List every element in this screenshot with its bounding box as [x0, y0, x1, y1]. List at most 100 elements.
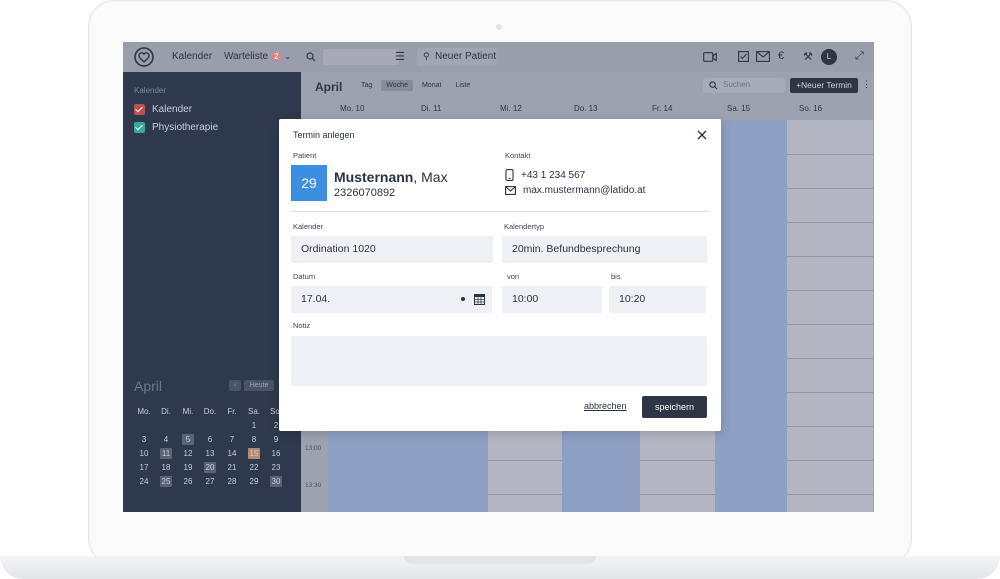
calendar-select[interactable]: Ordination 1020 [291, 236, 493, 263]
mini-day[interactable]: 27 [199, 476, 221, 487]
mini-day[interactable]: 15 [248, 448, 260, 459]
time-slot[interactable] [787, 494, 873, 495]
time-slot[interactable] [787, 256, 873, 257]
to-time-input[interactable]: 10:20 [609, 286, 706, 313]
mini-day[interactable]: 28 [221, 476, 243, 487]
mini-day[interactable]: 4 [155, 434, 177, 445]
time-slot[interactable] [488, 460, 562, 461]
search-icon[interactable] [306, 52, 316, 62]
mini-day[interactable]: 30 [270, 476, 282, 487]
time-slot[interactable] [787, 426, 873, 427]
new-appointment-button[interactable]: +Neuer Termin [790, 78, 858, 93]
sidebar-calendar-kalender[interactable]: Kalender [134, 104, 192, 115]
search-icon [709, 81, 718, 90]
list-icon[interactable]: ☰ [395, 50, 405, 63]
mini-day[interactable]: 25 [160, 476, 172, 487]
day-header[interactable]: Sa. 15 [727, 104, 750, 113]
mini-day[interactable]: 14 [221, 448, 243, 459]
mini-day[interactable]: 12 [177, 448, 199, 459]
wrench-icon[interactable]: ⚒ [803, 50, 813, 63]
mini-day[interactable]: 21 [221, 462, 243, 473]
day-column[interactable] [715, 120, 787, 512]
mini-day[interactable]: 10 [133, 448, 155, 459]
mini-today-button[interactable]: Heute [244, 380, 274, 391]
view-tab[interactable]: Tag [356, 80, 377, 91]
mini-day[interactable]: 24 [133, 476, 155, 487]
avatar[interactable]: L [821, 49, 837, 65]
save-button[interactable]: speichern [642, 396, 707, 418]
view-tab[interactable]: Woche [381, 80, 413, 91]
patient-name[interactable]: Musternann, Max [334, 169, 448, 185]
day-column[interactable] [787, 120, 873, 512]
new-patient-button[interactable]: ⚲ Neuer Patient [417, 48, 497, 66]
time-slot[interactable] [640, 460, 715, 461]
mini-day[interactable]: 11 [160, 448, 172, 459]
mini-weekday-label: Mi. [182, 407, 194, 416]
logo-icon[interactable] [132, 46, 156, 68]
nav-waitlist-label: Warteliste [224, 51, 269, 62]
day-header[interactable]: Mo. 10 [340, 104, 364, 113]
time-slot[interactable] [787, 460, 873, 461]
mini-day [177, 420, 199, 431]
view-tab[interactable]: Monat [417, 80, 446, 91]
time-slot[interactable] [787, 290, 873, 291]
day-header[interactable]: Do. 13 [574, 104, 598, 113]
time-slot[interactable] [787, 358, 873, 359]
mini-day[interactable]: 23 [265, 462, 287, 473]
chevron-left-icon[interactable]: ‹ [229, 380, 241, 391]
day-header[interactable]: Mi. 12 [500, 104, 522, 113]
more-vertical-icon[interactable]: ⋮ [862, 79, 871, 90]
day-header[interactable]: Di. 11 [421, 104, 441, 113]
from-time-input[interactable]: 10:00 [502, 286, 602, 313]
from-label: von [507, 272, 520, 281]
mini-day[interactable]: 29 [243, 476, 265, 487]
mini-day[interactable]: 7 [221, 434, 243, 445]
calendar-search-input[interactable]: Suchen [703, 78, 785, 93]
checkbox-checked-icon[interactable] [134, 122, 145, 133]
mini-day[interactable]: 3 [133, 434, 155, 445]
nav-waitlist[interactable]: Warteliste 2 ⌄ [224, 51, 291, 62]
nav-calendar[interactable]: Kalender [172, 51, 212, 62]
mail-icon[interactable] [756, 51, 770, 62]
mini-day[interactable]: 9 [265, 434, 287, 445]
date-label: Datum [293, 272, 316, 281]
mini-day[interactable]: 13 [199, 448, 221, 459]
mini-day[interactable]: 6 [199, 434, 221, 445]
euro-icon[interactable]: € [778, 50, 784, 62]
expand-icon[interactable]: ⤢ [855, 50, 864, 63]
checkbox-icon[interactable] [738, 51, 749, 62]
mini-day [133, 420, 155, 431]
sidebar-calendar-physiotherapie[interactable]: Physiotherapie [134, 122, 218, 133]
video-icon[interactable] [703, 52, 717, 62]
cancel-button[interactable]: abbrechen [584, 401, 627, 411]
checkbox-checked-icon[interactable] [134, 104, 145, 115]
date-value: 17.04. [301, 293, 331, 305]
view-tab[interactable]: Liste [450, 80, 475, 91]
day-header[interactable]: Fr. 14 [652, 104, 672, 113]
calendar-type-select[interactable]: 20min. Befundbesprechung [502, 236, 707, 263]
mini-day[interactable]: 20 [204, 462, 216, 473]
time-slot[interactable] [787, 392, 873, 393]
mini-day[interactable]: 19 [177, 462, 199, 473]
time-slot[interactable] [640, 494, 715, 495]
mini-day[interactable]: 8 [243, 434, 265, 445]
time-slot[interactable] [787, 154, 873, 155]
sidebar-heading: Kalender [134, 86, 167, 95]
mini-day[interactable]: 22 [243, 462, 265, 473]
patient-id: 2326070892 [334, 187, 396, 199]
mini-day[interactable]: 17 [133, 462, 155, 473]
calendar-icon[interactable] [474, 294, 485, 305]
mini-day[interactable]: 16 [265, 448, 287, 459]
close-icon[interactable] [696, 129, 708, 141]
time-slot[interactable] [787, 222, 873, 223]
mini-day[interactable]: 26 [177, 476, 199, 487]
note-textarea[interactable] [291, 336, 707, 386]
top-search-input[interactable] [323, 49, 399, 65]
mini-day[interactable]: 5 [182, 434, 194, 445]
time-slot[interactable] [787, 324, 873, 325]
time-slot[interactable] [488, 494, 562, 495]
day-header[interactable]: So. 16 [799, 104, 822, 113]
mini-day[interactable]: 18 [155, 462, 177, 473]
mini-day[interactable]: 1 [243, 420, 265, 431]
time-slot[interactable] [787, 188, 873, 189]
